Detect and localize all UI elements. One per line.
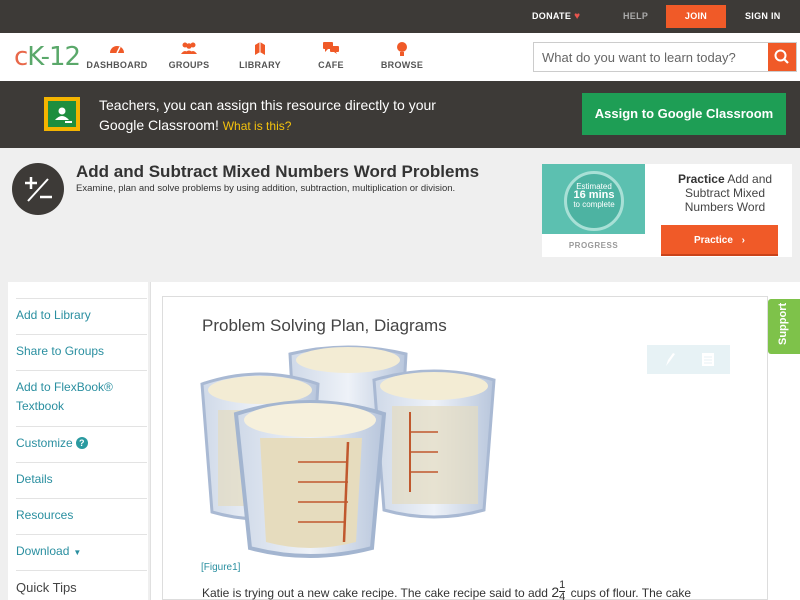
practice-button[interactable]: Practice › [661, 225, 778, 256]
mixed-number-fraction: 14 [559, 580, 566, 600]
library-icon [225, 41, 295, 59]
cafe-icon [296, 41, 366, 59]
logo-c: c [14, 42, 28, 72]
measuring-cups-illustration [200, 345, 496, 558]
nav-label: LIBRARY [239, 60, 281, 70]
donate-label: DONATE [532, 11, 572, 21]
logo-k12: K-12 [27, 42, 81, 72]
dashboard-icon [82, 41, 152, 59]
sidebar-item-download[interactable]: Download ▼ [16, 542, 139, 562]
practice-button-label: Practice [693, 235, 733, 246]
google-classroom-banner: Teachers, you can assign this resource d… [0, 81, 800, 148]
page-title: Add and Subtract Mixed Numbers Word Prob… [76, 162, 480, 181]
plus-minus-icon [12, 163, 64, 215]
problem-text-before: Katie is trying out a new cake recipe. T… [202, 586, 548, 600]
support-label: Support [777, 302, 789, 345]
sidebar-item-add-flexbook[interactable]: Add to FlexBook® Textbook [16, 378, 139, 416]
page-subtitle: Examine, plan and solve problems by usin… [76, 183, 456, 194]
divider [16, 334, 147, 335]
heart-icon: ♥ [574, 11, 581, 22]
search-box [533, 42, 797, 72]
divider [16, 534, 147, 535]
help-link[interactable]: HELP [623, 0, 648, 33]
main-nav: cK-12 DASHBOARD GROUPS LIBRARY CAFE BROW… [0, 33, 800, 81]
sign-in-link[interactable]: SIGN IN [745, 0, 781, 33]
annotation-tools [647, 345, 730, 374]
nav-groups[interactable]: GROUPS [154, 41, 224, 70]
estimate-text: Estimated 16 mins to complete [564, 182, 624, 209]
practice-bold: Practice [677, 172, 725, 186]
problem-text-after: cups of flour. The cake [570, 586, 692, 600]
ck12-logo[interactable]: cK-12 [14, 42, 81, 72]
divider [16, 498, 147, 499]
sidebar: Add to Library Share to Groups Add to Fl… [8, 282, 148, 600]
nav-cafe[interactable]: CAFE [296, 41, 366, 70]
divider [16, 370, 147, 371]
search-icon [774, 49, 789, 64]
nav-browse[interactable]: BROWSE [367, 41, 437, 70]
nav-label: GROUPS [168, 60, 210, 70]
divider [16, 298, 147, 299]
divider [16, 570, 147, 571]
divider [16, 426, 147, 427]
customize-label: Customize [16, 436, 73, 450]
to-complete-label: to complete [573, 200, 615, 209]
pencil-icon[interactable] [666, 353, 675, 366]
nav-label: BROWSE [380, 60, 424, 70]
support-tab[interactable]: Support [768, 299, 800, 354]
banner-message: Teachers, you can assign this resource d… [99, 95, 449, 136]
caret-down-icon: ▼ [73, 548, 82, 557]
nav-library[interactable]: LIBRARY [225, 41, 295, 70]
fraction-denominator: 4 [559, 591, 566, 600]
notes-icon[interactable] [702, 353, 714, 366]
sidebar-item-customize[interactable]: Customize? [16, 434, 139, 453]
google-classroom-icon [44, 97, 80, 131]
progress-label: PROGRESS [568, 241, 619, 250]
search-button[interactable] [768, 43, 796, 71]
top-bar: DONATE ♥ HELP JOIN SIGN IN [0, 0, 800, 33]
figure-caption[interactable]: [Figure1] [201, 562, 240, 573]
section-title: Problem Solving Plan, Diagrams [202, 316, 447, 335]
what-is-this-link[interactable]: What is this? [223, 119, 292, 133]
nav-dashboard[interactable]: DASHBOARD [82, 41, 152, 70]
mixed-number-whole: 2 [551, 584, 560, 600]
groups-icon [154, 41, 224, 59]
divider [16, 462, 147, 463]
assign-google-classroom-button[interactable]: Assign to Google Classroom [582, 93, 786, 135]
sidebar-item-details[interactable]: Details [16, 470, 139, 489]
nav-label: DASHBOARD [86, 60, 148, 70]
quick-tips-heading: Quick Tips [16, 580, 77, 595]
chevron-right-icon: › [741, 235, 746, 246]
search-input[interactable] [534, 43, 768, 71]
sidebar-item-resources[interactable]: Resources [16, 506, 139, 525]
sidebar-item-share-groups[interactable]: Share to Groups [16, 342, 139, 361]
progress-badge: Estimated 16 mins to complete [542, 164, 645, 234]
estimated-mins: 16 mins [573, 189, 615, 201]
practice-description: Practice Add and Subtract Mixed Numbers … [660, 172, 790, 214]
problem-text: Katie is trying out a new cake recipe. T… [202, 580, 692, 600]
sidebar-item-add-library[interactable]: Add to Library [16, 306, 139, 325]
donate-link[interactable]: DONATE ♥ [532, 0, 580, 33]
download-label: Download [16, 544, 70, 558]
help-icon[interactable]: ? [75, 437, 88, 449]
join-button[interactable]: JOIN [666, 5, 726, 28]
browse-icon [367, 41, 437, 59]
nav-label: CAFE [318, 60, 344, 70]
practice-card: Estimated 16 mins to complete PROGRESS P… [542, 164, 792, 257]
